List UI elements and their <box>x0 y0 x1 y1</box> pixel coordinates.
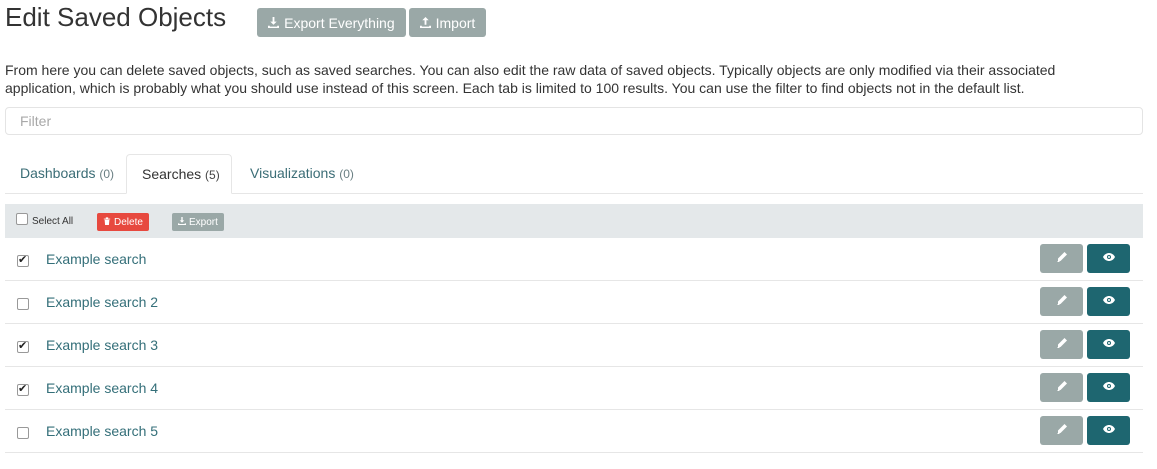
view-button[interactable] <box>1087 244 1130 273</box>
export-button[interactable]: Export <box>172 213 224 231</box>
view-button[interactable] <box>1087 373 1130 402</box>
edit-button[interactable] <box>1040 373 1083 402</box>
pencil-icon <box>1056 250 1068 268</box>
list-item: Example search 3 <box>5 324 1143 367</box>
download-icon <box>178 216 186 228</box>
edit-button[interactable] <box>1040 330 1083 359</box>
row-checkbox[interactable] <box>17 339 29 353</box>
upload-icon <box>419 15 431 31</box>
tab-visualizations[interactable]: Visualizations (0) <box>250 154 354 194</box>
page-header: Edit Saved Objects Export Everything Imp… <box>5 0 487 40</box>
pencil-icon <box>1056 336 1068 354</box>
eye-icon <box>1102 336 1115 354</box>
list-item: Example search 4 <box>5 367 1143 410</box>
view-button[interactable] <box>1087 416 1130 445</box>
view-button[interactable] <box>1087 287 1130 316</box>
list-item: Example search 2 <box>5 281 1143 324</box>
edit-button[interactable] <box>1040 244 1083 273</box>
saved-object-link[interactable]: Example search 3 <box>46 337 158 353</box>
pencil-icon <box>1056 379 1068 397</box>
eye-icon <box>1102 422 1115 440</box>
saved-object-link[interactable]: Example search 2 <box>46 294 158 310</box>
delete-label: Delete <box>114 216 143 228</box>
eye-icon <box>1102 250 1115 268</box>
export-everything-button[interactable]: Export Everything <box>257 8 406 37</box>
saved-searches-list: Example search Example search 2 Example … <box>5 238 1143 453</box>
import-label: Import <box>435 14 476 31</box>
download-icon <box>268 15 280 31</box>
tab-dashboards[interactable]: Dashboards (0) <box>20 154 114 194</box>
list-item: Example search <box>5 238 1143 281</box>
delete-button[interactable]: Delete <box>97 213 149 231</box>
tab-searches[interactable]: Searches (5) <box>126 154 232 194</box>
list-item: Example search 5 <box>5 410 1143 453</box>
row-checkbox[interactable] <box>17 382 29 396</box>
row-checkbox[interactable] <box>17 298 29 310</box>
pencil-icon <box>1056 422 1068 440</box>
tab-bar: Dashboards (0) Searches (5) Visualizatio… <box>5 154 1143 194</box>
pencil-icon <box>1056 293 1068 311</box>
page-description: From here you can delete saved objects, … <box>5 62 1056 96</box>
row-checkbox[interactable] <box>17 427 29 439</box>
tab-visualizations-count: (0) <box>339 167 354 181</box>
page-title: Edit Saved Objects <box>5 2 227 32</box>
tab-dashboards-count: (0) <box>99 167 115 181</box>
saved-object-link[interactable]: Example search 4 <box>46 380 158 396</box>
select-all-label: Select All <box>32 216 74 227</box>
bulk-actions-toolbar: Select All Delete Export <box>5 204 1143 238</box>
export-everything-label: Export Everything <box>284 14 395 31</box>
tab-dashboards-label: Dashboards <box>20 165 96 181</box>
tab-searches-label: Searches <box>142 166 202 182</box>
export-label: Export <box>189 216 218 228</box>
view-button[interactable] <box>1087 330 1130 359</box>
import-button[interactable]: Import <box>408 8 487 37</box>
tab-searches-count: (5) <box>205 168 220 182</box>
filter-input[interactable] <box>5 107 1143 135</box>
saved-object-link[interactable]: Example search <box>46 251 146 267</box>
saved-object-link[interactable]: Example search 5 <box>46 423 158 439</box>
eye-icon <box>1102 293 1115 311</box>
row-checkbox[interactable] <box>17 253 29 267</box>
tab-visualizations-label: Visualizations <box>250 165 336 181</box>
trash-icon <box>103 216 111 228</box>
edit-button[interactable] <box>1040 416 1083 445</box>
select-all-checkbox[interactable] <box>16 213 28 225</box>
eye-icon <box>1102 379 1115 397</box>
edit-button[interactable] <box>1040 287 1083 316</box>
